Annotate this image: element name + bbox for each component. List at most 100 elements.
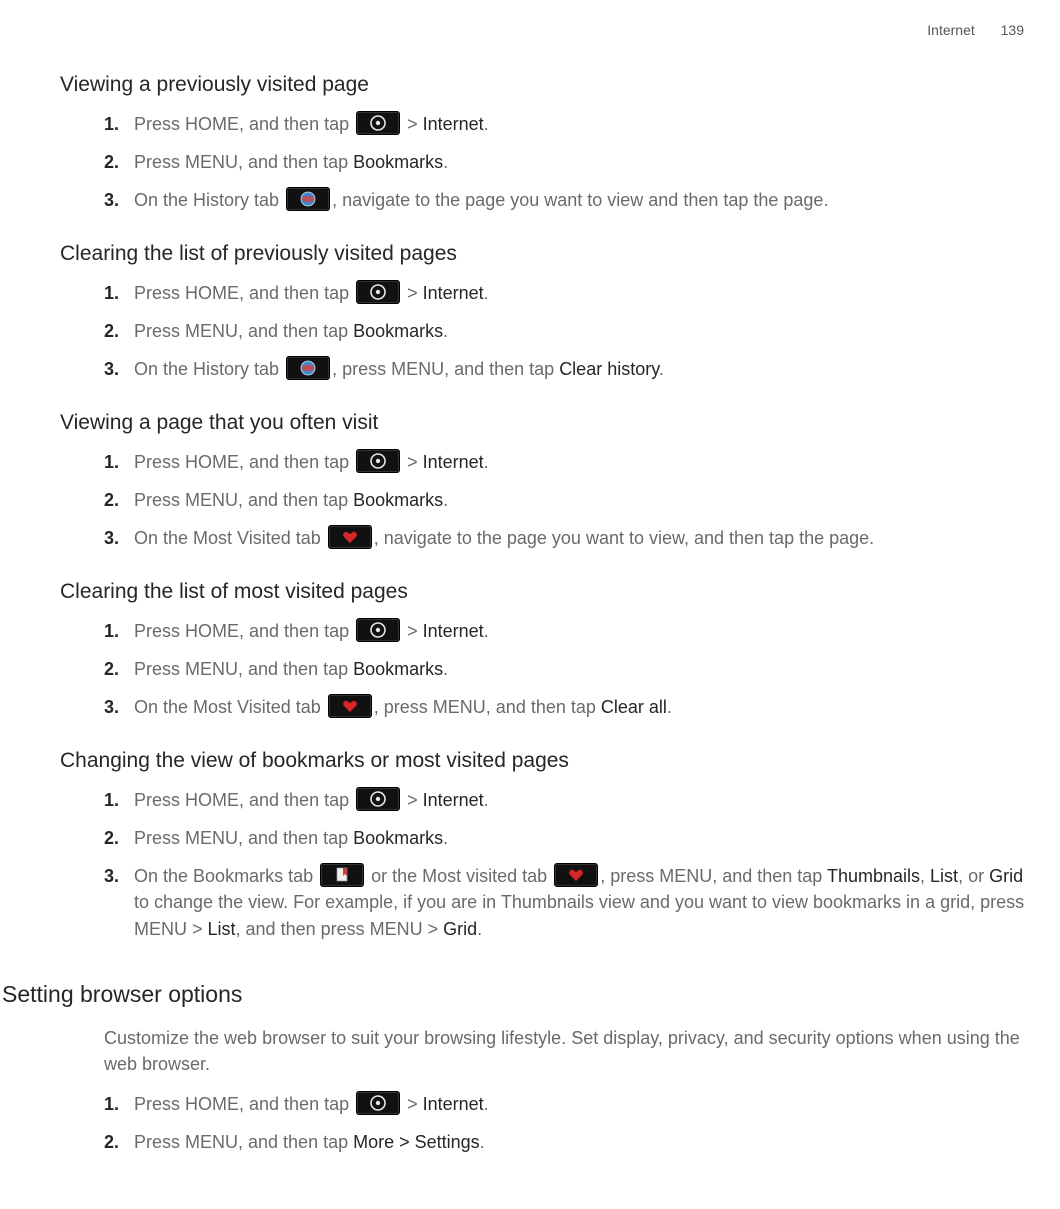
step-bold: Internet <box>423 1094 484 1114</box>
step-bold: Clear all <box>601 697 667 717</box>
step-bold: List <box>930 866 958 886</box>
step-text: , press MENU, and then tap <box>374 697 601 717</box>
list-item: Press HOME, and then tap > Internet. <box>104 618 1030 644</box>
step-text: Press MENU, and then tap <box>134 490 353 510</box>
step-text: Press MENU, and then tap <box>134 659 353 679</box>
step-bold: Bookmarks <box>353 659 443 679</box>
steps-list: Press HOME, and then tap > Internet. Pre… <box>104 1091 1030 1155</box>
page-header: Internet 139 <box>0 20 1030 40</box>
list-item: On the History tab , navigate to the pag… <box>104 187 1030 213</box>
header-section-label: Internet <box>927 22 974 38</box>
step-bold: Internet <box>423 790 484 810</box>
step-text: , press MENU, and then tap <box>332 359 559 379</box>
step-text: . <box>443 152 448 172</box>
step-bold: Bookmarks <box>353 828 443 848</box>
header-page-number: 139 <box>1001 22 1024 38</box>
step-bold: Bookmarks <box>353 321 443 341</box>
step-bold: Grid <box>989 866 1023 886</box>
intro-paragraph: Customize the web browser to suit your b… <box>104 1025 1030 1077</box>
list-item: Press MENU, and then tap Bookmarks. <box>104 318 1030 344</box>
step-text: . <box>443 321 448 341</box>
heart-icon <box>328 694 372 718</box>
step-text: > <box>402 452 423 472</box>
step-text: Press HOME, and then tap <box>134 1094 354 1114</box>
step-text: . <box>484 114 489 134</box>
heart-icon <box>328 525 372 549</box>
step-text: > <box>402 283 423 303</box>
step-text: , navigate to the page you want to view … <box>332 190 828 210</box>
apps-circle-icon <box>356 280 400 304</box>
steps-list: Press HOME, and then tap > Internet. Pre… <box>104 618 1030 721</box>
step-bold: Thumbnails <box>827 866 920 886</box>
step-text: . <box>659 359 664 379</box>
step-text: Press HOME, and then tap <box>134 452 354 472</box>
step-bold: List <box>208 919 236 939</box>
step-text: . <box>480 1132 485 1152</box>
apps-circle-icon <box>356 111 400 135</box>
step-text: , navigate to the page you want to view,… <box>374 528 874 548</box>
step-text: > <box>402 114 423 134</box>
step-text: Press MENU, and then tap <box>134 321 353 341</box>
history-globe-icon <box>286 187 330 211</box>
step-text: Press MENU, and then tap <box>134 152 353 172</box>
apps-circle-icon <box>356 449 400 473</box>
list-item: Press MENU, and then tap Bookmarks. <box>104 487 1030 513</box>
history-globe-icon <box>286 356 330 380</box>
list-item: Press HOME, and then tap > Internet. <box>104 787 1030 813</box>
step-text: Press MENU, and then tap <box>134 828 353 848</box>
steps-list: Press HOME, and then tap > Internet. Pre… <box>104 111 1030 214</box>
step-text: Press HOME, and then tap <box>134 114 354 134</box>
step-text: . <box>484 621 489 641</box>
apps-circle-icon <box>356 787 400 811</box>
list-item: On the Most Visited tab , press MENU, an… <box>104 694 1030 720</box>
apps-circle-icon <box>356 618 400 642</box>
step-text: . <box>443 659 448 679</box>
step-text: . <box>443 828 448 848</box>
list-item: Press MENU, and then tap Bookmarks. <box>104 825 1030 851</box>
heading-clearing-most-visited: Clearing the list of most visited pages <box>60 577 1030 607</box>
step-text: Press HOME, and then tap <box>134 790 354 810</box>
heart-icon <box>554 863 598 887</box>
list-item: Press MENU, and then tap More > Settings… <box>104 1129 1030 1155</box>
step-text: . <box>477 919 482 939</box>
step-bold: Internet <box>423 283 484 303</box>
step-bold: Internet <box>423 114 484 134</box>
step-bold: Internet <box>423 621 484 641</box>
step-text: On the Most Visited tab <box>134 528 326 548</box>
steps-list: Press HOME, and then tap > Internet. Pre… <box>104 787 1030 942</box>
step-bold: Bookmarks <box>353 490 443 510</box>
steps-list: Press HOME, and then tap > Internet. Pre… <box>104 449 1030 552</box>
heading-viewing-previous-page: Viewing a previously visited page <box>60 70 1030 100</box>
step-text: . <box>484 790 489 810</box>
step-text: > <box>402 621 423 641</box>
step-text: On the History tab <box>134 190 284 210</box>
step-bold: Bookmarks <box>353 152 443 172</box>
step-text: Press HOME, and then tap <box>134 283 354 303</box>
step-bold: Internet <box>423 452 484 472</box>
step-text: . <box>484 1094 489 1114</box>
step-text: , press MENU, and then tap <box>600 866 827 886</box>
list-item: On the Bookmarks tab or the Most visited… <box>104 863 1030 941</box>
step-text: . <box>667 697 672 717</box>
step-text: > <box>402 1094 423 1114</box>
step-text: On the Bookmarks tab <box>134 866 318 886</box>
list-item: Press HOME, and then tap > Internet. <box>104 280 1030 306</box>
step-text: . <box>443 490 448 510</box>
step-text: > <box>402 790 423 810</box>
step-text: , <box>920 866 930 886</box>
list-item: Press MENU, and then tap Bookmarks. <box>104 656 1030 682</box>
steps-list: Press HOME, and then tap > Internet. Pre… <box>104 280 1030 383</box>
step-text: , or <box>958 866 989 886</box>
step-text: . <box>484 452 489 472</box>
step-bold: Grid <box>443 919 477 939</box>
heading-often-visited-page: Viewing a page that you often visit <box>60 408 1030 438</box>
heading-clearing-previous-pages: Clearing the list of previously visited … <box>60 239 1030 269</box>
step-bold: Clear history <box>559 359 659 379</box>
bookmark-flag-icon <box>320 863 364 887</box>
list-item: Press MENU, and then tap Bookmarks. <box>104 149 1030 175</box>
step-text: On the History tab <box>134 359 284 379</box>
heading-changing-view: Changing the view of bookmarks or most v… <box>60 746 1030 776</box>
step-text: Press MENU, and then tap <box>134 1132 353 1152</box>
step-bold: More > Settings <box>353 1132 480 1152</box>
heading-setting-browser-options: Setting browser options <box>2 978 1030 1011</box>
